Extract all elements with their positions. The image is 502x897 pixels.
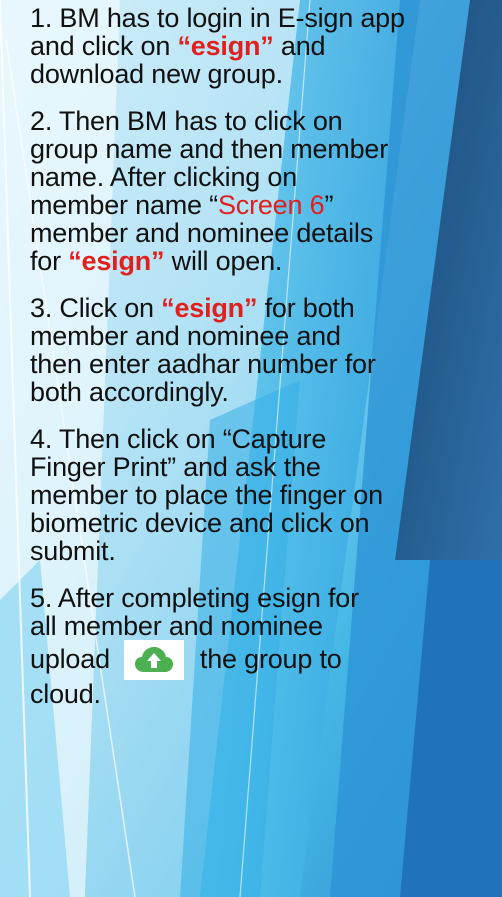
step-5-line-4: cloud.: [30, 679, 101, 709]
screen-reference: Screen 6: [217, 190, 325, 220]
step-2: 2. Then BM has to click on group name an…: [30, 107, 500, 275]
step-4-line-1: 4. Then click on “Capture: [30, 424, 327, 454]
step-2-text: will open.: [164, 246, 283, 276]
step-2-line-3: name. After clicking on: [30, 162, 298, 192]
step-3-line-3: then enter aadhar number for: [30, 349, 376, 379]
step-2-line-5: member and nominee details: [30, 218, 373, 248]
step-5-text: upload: [30, 644, 110, 674]
step-1-line-1: 1. BM has to login in E-sign app: [30, 3, 405, 33]
step-5-line-3: upload the group to: [30, 640, 500, 680]
step-2-line-6: for “esign” will open.: [30, 247, 500, 275]
step-3-line-4: both accordingly.: [30, 377, 229, 407]
step-2-line-2: group name and then member: [30, 134, 389, 164]
step-3-line-2: member and nominee and: [30, 321, 341, 351]
step-1-text: and click on: [30, 31, 178, 61]
step-2-text: ”: [324, 190, 334, 220]
step-3-text: for both: [257, 293, 355, 323]
step-4-line-3: member to place the finger on: [30, 480, 383, 510]
step-5-line-2: all member and nominee: [30, 611, 323, 641]
step-3-line-1: 3. Click on “esign” for both: [30, 294, 500, 322]
step-3: 3. Click on “esign” for both member and …: [30, 294, 500, 406]
step-4-line-4: biometric device and click on: [30, 508, 370, 538]
step-2-line-4: member name “Screen 6”: [30, 191, 500, 219]
esign-keyword: “esign”: [177, 31, 274, 61]
step-2-line-1: 2. Then BM has to click on: [30, 106, 343, 136]
instructions: 1. BM has to login in E-sign app and cli…: [30, 4, 500, 727]
cloud-upload-icon: [123, 640, 184, 680]
step-1-line-3: download new group.: [30, 59, 283, 89]
step-5-line-1: 5. After completing esign for: [30, 583, 359, 613]
step-5-text: the group to: [199, 644, 342, 674]
step-4-line-2: Finger Print” and ask the: [30, 452, 321, 482]
step-5: 5. After completing esign for all member…: [30, 584, 500, 708]
step-4-line-5: submit.: [30, 536, 116, 566]
step-2-text: for: [30, 246, 69, 276]
step-4: 4. Then click on “Capture Finger Print” …: [30, 425, 500, 565]
step-1-text: and: [273, 31, 326, 61]
step-2-text: member name “: [30, 190, 218, 220]
step-1: 1. BM has to login in E-sign app and cli…: [30, 4, 500, 88]
step-3-text: 3. Click on: [30, 293, 162, 323]
esign-keyword: “esign”: [68, 246, 165, 276]
step-1-line-2: and click on “esign” and: [30, 32, 500, 60]
esign-keyword: “esign”: [161, 293, 258, 323]
